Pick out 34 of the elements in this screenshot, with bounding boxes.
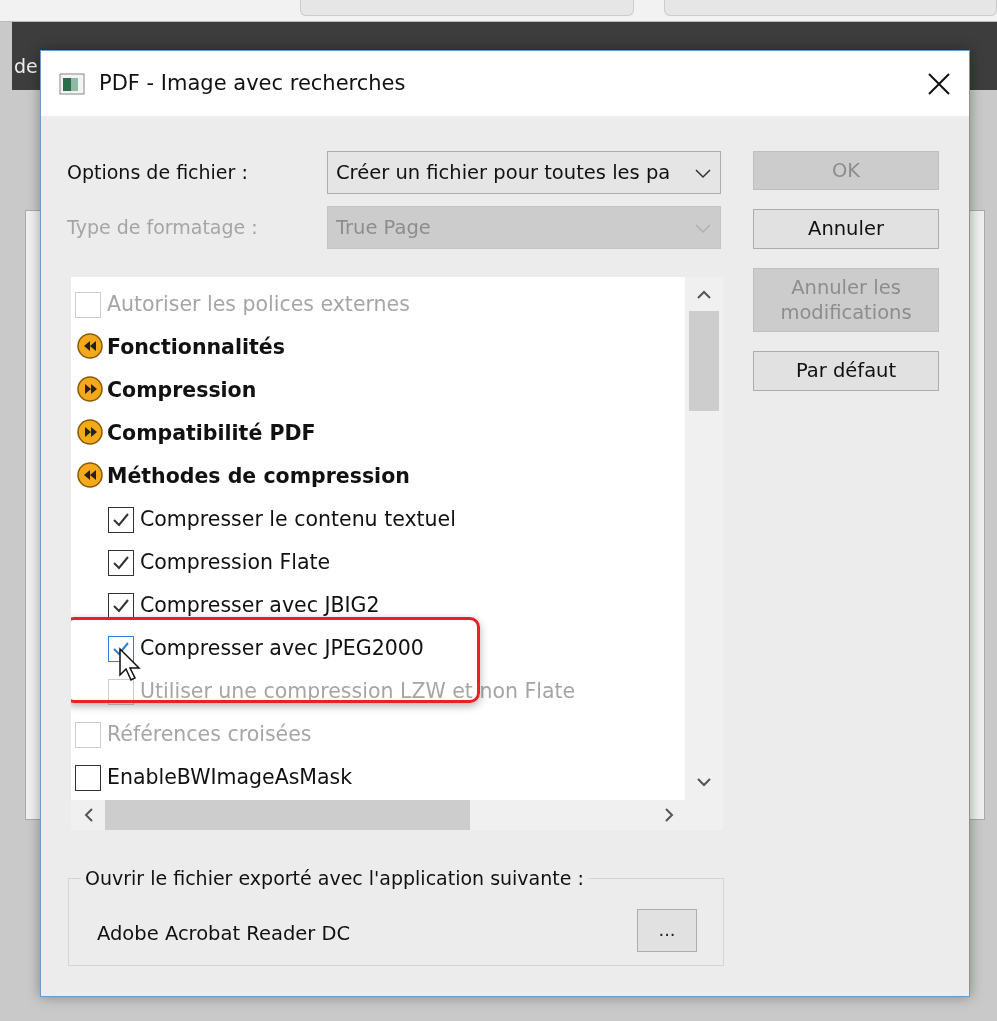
checkbox-label: Utiliser une compression LZW et non Flate — [140, 678, 576, 706]
checkbox-label: Compresser le contenu textuel — [140, 506, 456, 534]
checkbox-label: Références croisées — [107, 721, 312, 749]
checkbox[interactable] — [108, 592, 134, 619]
dropdown: True Page — [327, 206, 721, 249]
group-label[interactable]: Compatibilité PDF — [107, 418, 316, 449]
application-name: Adobe Acrobat Reader DC — [97, 921, 352, 948]
checkbox-label: Compresser avec JPEG2000 — [140, 635, 424, 663]
checkbox[interactable] — [75, 764, 101, 791]
checkbox-label: Compresser avec JBIG2 — [140, 592, 380, 620]
dialog-button[interactable]: Annuler — [753, 209, 939, 249]
group-label[interactable]: Fonctionnalités — [107, 332, 285, 363]
dialog-button[interactable]: Par défaut — [753, 351, 939, 391]
horizontal-scrollbar[interactable] — [71, 800, 723, 830]
dropdown[interactable]: Créer un fichier pour toutes les pa — [327, 151, 721, 194]
scrollbar-thumb[interactable] — [689, 311, 719, 411]
browse-button[interactable]: ... — [637, 908, 697, 952]
checkbox[interactable] — [108, 549, 134, 576]
window-title: PDF - Image avec recherches — [99, 69, 407, 97]
checkbox[interactable] — [108, 506, 134, 533]
chevron-icon — [694, 166, 712, 179]
background-text: de — [14, 55, 38, 77]
close-icon[interactable] — [927, 71, 951, 96]
app-icon — [59, 72, 85, 95]
group-label[interactable]: Méthodes de compression — [107, 461, 410, 492]
checkbox-label: Compression Flate — [140, 549, 331, 577]
scrollbar-thumb[interactable] — [105, 800, 470, 830]
checkbox-label: Autoriser les polices externes — [107, 291, 410, 319]
chevron-icon — [694, 221, 712, 234]
vertical-scrollbar[interactable] — [685, 277, 723, 800]
group-label[interactable]: Compression — [107, 375, 257, 406]
field-label: Type de formatage : — [67, 215, 259, 241]
field-label: Options de fichier : — [67, 160, 249, 186]
checkbox-label: EnableBWImageAsMask — [107, 764, 353, 792]
